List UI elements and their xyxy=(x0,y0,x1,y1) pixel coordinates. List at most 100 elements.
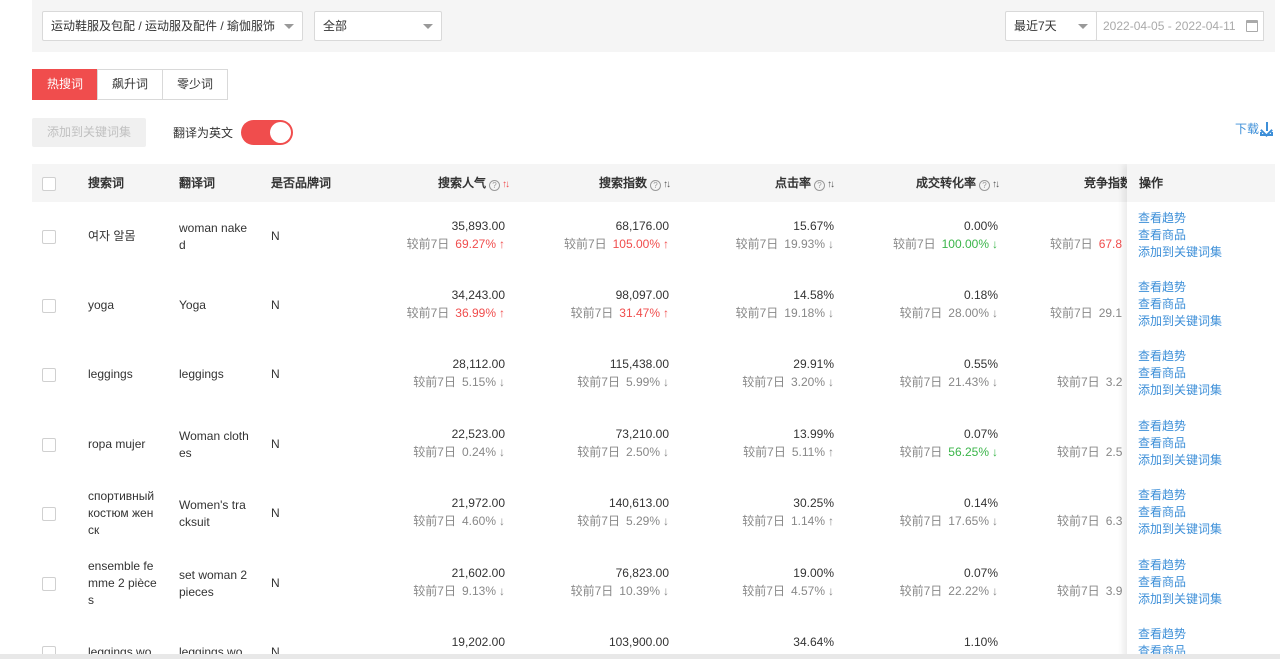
add-to-keyword-set-link[interactable]: 添加到关键词集 xyxy=(1138,313,1222,330)
compare-percent: 28.00% xyxy=(948,306,989,320)
is-brand: N xyxy=(271,298,280,312)
add-to-keyword-set-link[interactable]: 添加到关键词集 xyxy=(1138,452,1222,469)
col-ctr[interactable]: 点击率? ↑↓ xyxy=(732,164,835,204)
arrow-down-icon: ↓ xyxy=(663,375,669,389)
scrollbar-track[interactable] xyxy=(0,654,1280,659)
help-icon[interactable]: ? xyxy=(979,180,990,191)
translation-line: woman nake xyxy=(179,220,248,235)
date-range-value: 2022-04-05 - 2022-04-11 xyxy=(1103,19,1236,33)
compare-percent: 4.60% xyxy=(461,514,496,528)
translation: Women's tra cksuit xyxy=(179,497,246,531)
calendar-icon xyxy=(1246,20,1258,32)
sort-icon[interactable]: ↑↓ xyxy=(502,166,510,204)
compare-percent: 10.39% xyxy=(619,584,660,598)
row-checkbox[interactable] xyxy=(42,299,56,313)
scope-select[interactable]: 全部 xyxy=(314,11,442,41)
metric-compare: 较前7日 5.99% ↓ xyxy=(529,374,669,391)
compare-percent: 3.20% xyxy=(790,375,825,389)
row-checkbox[interactable] xyxy=(42,507,56,521)
view-products-link[interactable]: 查看商品 xyxy=(1138,365,1186,382)
arrow-down-icon: ↓ xyxy=(828,375,834,389)
is-brand: N xyxy=(271,437,280,451)
translate-toggle[interactable] xyxy=(241,120,293,145)
add-to-keyword-set-link[interactable]: 添加到关键词集 xyxy=(1138,591,1222,608)
metric-value: 19,202.00 xyxy=(451,635,505,649)
metric-compare: 较前7日 0.24% ↓ xyxy=(365,444,505,461)
operations-column: 操作 查看趋势 查看商品 添加到关键词集 查看趋势 查看商品 添加到关键词集 查看趋势 查看商… xyxy=(1127,164,1275,659)
tab-rare-words[interactable]: 零少词 xyxy=(162,69,228,100)
metric-value: 19.00% xyxy=(793,566,834,580)
compare-percent: 29.1 xyxy=(1098,306,1123,320)
tab-rising-words[interactable]: 飙升词 xyxy=(97,69,163,100)
period-select[interactable]: 最近7天 xyxy=(1005,11,1097,41)
arrow-down-icon: ↓ xyxy=(992,306,998,320)
arrow-down-icon: ↓ xyxy=(663,584,669,598)
add-to-keyword-set-link[interactable]: 添加到关键词集 xyxy=(1138,244,1222,261)
add-to-keyword-set-link[interactable]: 添加到关键词集 xyxy=(1138,521,1222,538)
arrow-down-icon: ↓ xyxy=(992,237,998,251)
compare-percent: 1.14% xyxy=(790,514,825,528)
select-all-checkbox[interactable] xyxy=(42,177,56,191)
add-to-keyword-set-link[interactable]: 添加到关键词集 xyxy=(1138,382,1222,399)
metric-value: 0.00% xyxy=(963,219,998,233)
help-icon[interactable]: ? xyxy=(650,180,661,191)
view-products-link[interactable]: 查看商品 xyxy=(1138,574,1186,591)
compare-percent: 5.29% xyxy=(625,514,660,528)
arrow-down-icon: ↓ xyxy=(992,445,998,459)
compare-percent: 67.8 xyxy=(1098,237,1123,251)
row-checkbox[interactable] xyxy=(42,230,56,244)
row-checkbox[interactable] xyxy=(42,577,56,591)
col-is-brand: 是否品牌词 xyxy=(271,176,332,190)
view-trend-link[interactable]: 查看趋势 xyxy=(1138,348,1186,365)
help-icon[interactable]: ? xyxy=(814,180,825,191)
translation-line: Women's tra xyxy=(179,497,246,512)
col-search-index[interactable]: 搜索指数? ↑↓ xyxy=(568,164,671,204)
metric-value: 29.91% xyxy=(793,357,834,371)
col-popularity[interactable]: 搜索人气? ↑↓ xyxy=(408,164,510,204)
view-trend-link[interactable]: 查看趋势 xyxy=(1138,279,1186,296)
view-trend-link[interactable]: 查看趋势 xyxy=(1138,557,1186,574)
view-trend-link[interactable]: 查看趋势 xyxy=(1138,487,1186,504)
sort-icon[interactable]: ↑↓ xyxy=(663,166,671,204)
col-translation: 翻译词 xyxy=(179,176,216,190)
compare-label: 较前7日 xyxy=(742,584,785,598)
compare-label: 较前7日 xyxy=(899,306,943,320)
compare-percent: 5.15% xyxy=(461,375,496,389)
view-trend-link[interactable]: 查看趋势 xyxy=(1138,210,1186,227)
compare-percent: 5.11% xyxy=(791,445,825,459)
compare-label: 较前7日 xyxy=(742,375,785,389)
compare-label: 较前7日 xyxy=(413,445,456,459)
metric-compare: 较前7日 4.60% ↓ xyxy=(365,513,505,530)
arrow-down-icon: ↓ xyxy=(992,584,998,598)
category-select[interactable]: 运动鞋服及包配 / 运动服及配件 / 瑜伽服饰 xyxy=(42,11,303,41)
sort-icon[interactable]: ↑↓ xyxy=(992,166,1000,204)
metric-compare: 较前7日 9.13% ↓ xyxy=(365,583,505,600)
view-trend-link[interactable]: 查看趋势 xyxy=(1138,418,1186,435)
view-products-link[interactable]: 查看商品 xyxy=(1138,504,1186,521)
row-checkbox[interactable] xyxy=(42,368,56,382)
compare-percent: 3.2 xyxy=(1105,375,1123,389)
table-row: leggings leggings N 28,112.00 较前7日 5.15% ↓ 115,… xyxy=(32,340,1275,409)
download-button[interactable]: 下载 xyxy=(1235,120,1274,137)
view-products-link[interactable]: 查看商品 xyxy=(1138,227,1186,244)
add-to-keyword-set-button[interactable]: 添加到关键词集 xyxy=(32,118,146,147)
view-trend-link[interactable]: 查看趋势 xyxy=(1138,626,1186,643)
tab-hot-words[interactable]: 热搜词 xyxy=(32,69,98,100)
col-ctr-label: 点击率 xyxy=(774,176,811,190)
compare-percent: 69.27% xyxy=(455,237,496,251)
arrow-down-icon: ↓ xyxy=(499,514,505,528)
row-checkbox[interactable] xyxy=(42,438,56,452)
help-icon[interactable]: ? xyxy=(489,180,500,191)
metric-value: 0.07% xyxy=(963,427,998,441)
sort-icon[interactable]: ↑↓ xyxy=(827,166,835,204)
metric-value: 0.55% xyxy=(963,357,998,371)
translation: Yoga xyxy=(179,297,206,314)
translation-line: es xyxy=(179,445,192,460)
search-word-line: ropa mujer xyxy=(88,437,146,451)
col-conversion[interactable]: 成交转化率? ↑↓ xyxy=(882,164,1000,204)
metric-compare: 较前7日 31.47% ↑ xyxy=(529,305,669,322)
view-products-link[interactable]: 查看商品 xyxy=(1138,435,1186,452)
translation: woman nake d xyxy=(179,220,247,254)
date-range-picker[interactable]: 2022-04-05 - 2022-04-11 xyxy=(1096,11,1264,41)
view-products-link[interactable]: 查看商品 xyxy=(1138,296,1186,313)
